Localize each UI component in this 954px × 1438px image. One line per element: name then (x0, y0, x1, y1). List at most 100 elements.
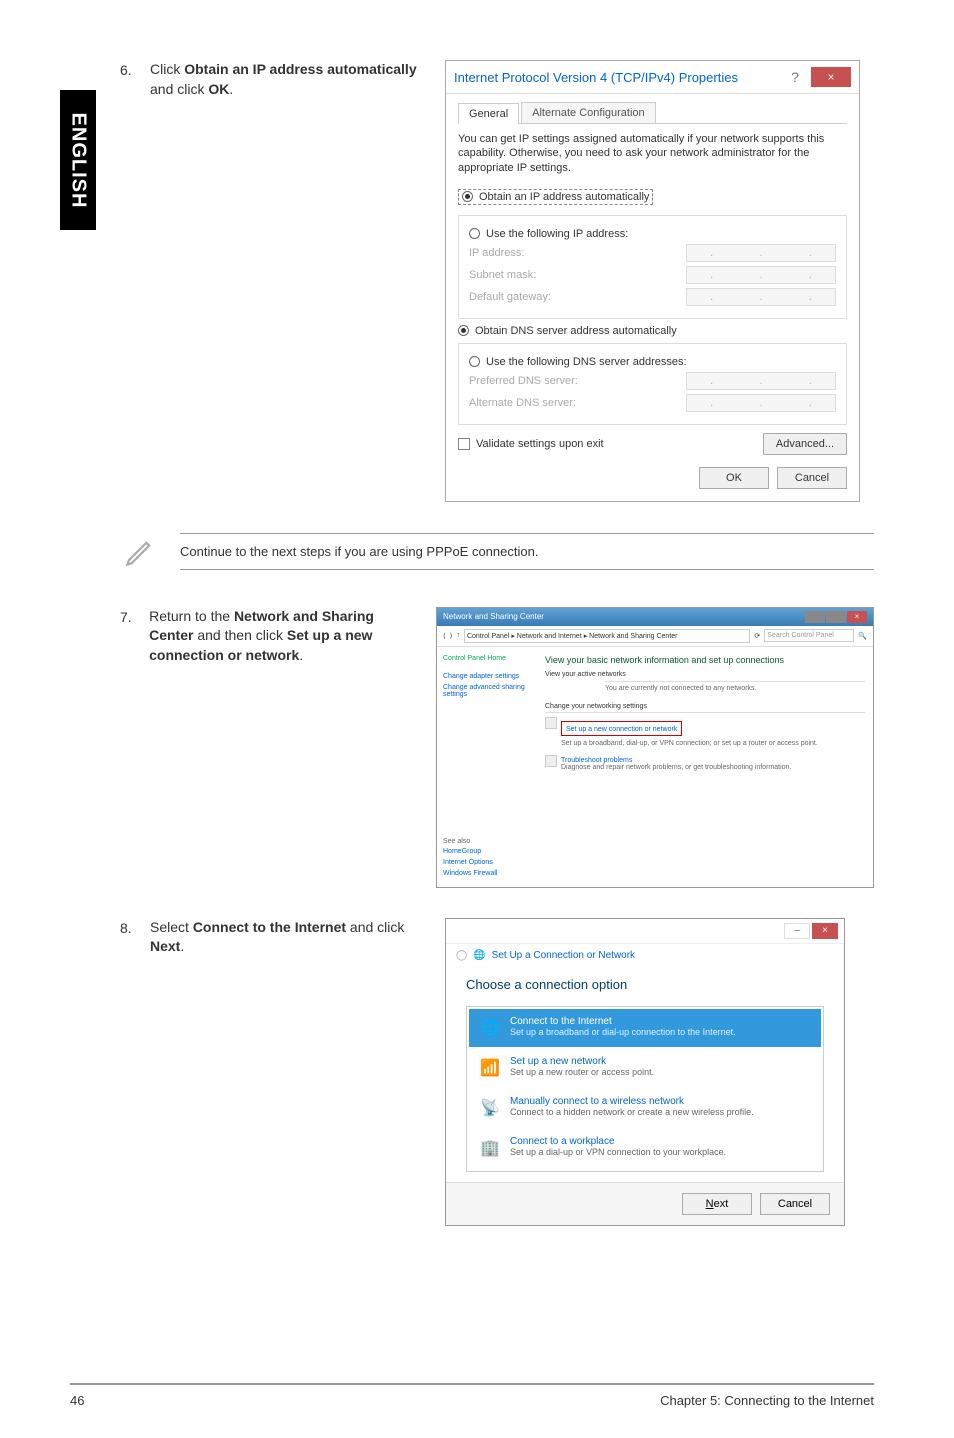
step-8-prefix: Select (150, 919, 193, 935)
step-8-bold1: Connect to the Internet (193, 919, 346, 935)
step-8: 8. Select Connect to the Internet and cl… (120, 918, 874, 1226)
breadcrumb[interactable]: Control Panel ▸ Network and Internet ▸ N… (464, 629, 750, 643)
troubleshoot-link[interactable]: Troubleshoot problems (561, 757, 632, 764)
validate-label: Validate settings upon exit (476, 438, 604, 450)
note-row: Continue to the next steps if you are us… (120, 532, 874, 572)
sidebar: Control Panel Home Change adapter settin… (437, 647, 537, 887)
main-heading: View your basic network information and … (545, 655, 865, 665)
minimize-button[interactable] (805, 611, 825, 623)
radio-auto-dns-label: Obtain DNS server address automatically (475, 325, 677, 337)
page-number: 46 (70, 1393, 84, 1408)
step-6: 6. Click Obtain an IP address automatica… (120, 60, 874, 502)
wireless-icon: 📡 (478, 1096, 502, 1120)
radio-icon (469, 356, 480, 367)
network-sharing-center-window: Network and Sharing Center × ⟨ ⟩ ↑ Contr… (436, 607, 874, 888)
radio-use-ip[interactable]: Use the following IP address: (469, 228, 836, 240)
help-button[interactable]: ? (781, 67, 809, 87)
option-connect-internet[interactable]: 🌐 Connect to the Internet Set up a broad… (469, 1009, 821, 1047)
up-icon[interactable]: ↑ (456, 632, 460, 639)
refresh-icon[interactable]: ⟳ (754, 632, 760, 640)
close-button[interactable]: × (811, 67, 851, 87)
ok-button[interactable]: OK (699, 467, 769, 489)
setup-connection-link[interactable]: Set up a new connection or network (566, 726, 677, 733)
close-button[interactable]: × (847, 611, 867, 623)
checkbox-icon (458, 438, 470, 450)
ip-address-input: ... (686, 244, 836, 262)
step-7-mid: and then click (193, 627, 286, 643)
gateway-input: ... (686, 288, 836, 306)
opt3-title: Manually connect to a wireless network (510, 1096, 812, 1107)
maximize-button[interactable] (826, 611, 846, 623)
radio-icon (462, 191, 473, 202)
active-none: You are currently not connected to any n… (605, 685, 865, 692)
opt1-title: Connect to the Internet (510, 1016, 812, 1027)
cancel-button[interactable]: Cancel (760, 1193, 830, 1215)
sidebar-adapter[interactable]: Change adapter settings (443, 673, 531, 680)
radio-use-dns[interactable]: Use the following DNS server addresses: (469, 356, 836, 368)
setup-icon (545, 717, 557, 729)
validate-checkbox-row[interactable]: Validate settings upon exit (458, 438, 604, 450)
forward-icon[interactable]: ⟩ (450, 632, 453, 640)
option-workplace[interactable]: 🏢 Connect to a workplace Set up a dial-u… (469, 1129, 821, 1167)
step-6-number: 6. (120, 60, 150, 78)
step-7-text: Return to the Network and Sharing Center… (149, 607, 436, 666)
step-8-text: Select Connect to the Internet and click… (150, 918, 445, 957)
change-settings-label: Change your networking settings (545, 703, 865, 710)
alternate-dns-label: Alternate DNS server: (469, 397, 576, 409)
search-icon[interactable]: 🔍 (858, 632, 867, 640)
step-8-number: 8. (120, 918, 150, 936)
back-icon[interactable]: ⟨ (443, 632, 446, 640)
advanced-button[interactable]: Advanced... (763, 433, 847, 455)
active-networks-label: View your active networks (545, 671, 865, 678)
language-label: ENGLISH (67, 112, 90, 208)
radio-use-dns-label: Use the following DNS server addresses: (486, 356, 687, 368)
close-button[interactable]: × (812, 923, 838, 939)
subnet-input: ... (686, 266, 836, 284)
opt4-desc: Set up a dial-up or VPN connection to yo… (510, 1147, 812, 1157)
workplace-icon: 🏢 (478, 1136, 502, 1160)
minimize-button[interactable]: – (784, 923, 810, 939)
wizard-header: Set Up a Connection or Network (492, 950, 635, 961)
dialog-description: You can get IP settings assigned automat… (458, 132, 847, 175)
sidebar-internet-options[interactable]: Internet Options (443, 859, 497, 866)
window-title: Network and Sharing Center (443, 612, 544, 621)
step-6-bold2: OK (208, 81, 229, 97)
tab-general[interactable]: General (458, 103, 519, 124)
opt1-desc: Set up a broadband or dial-up connection… (510, 1027, 812, 1037)
dialog-title: Internet Protocol Version 4 (TCP/IPv4) P… (454, 70, 738, 85)
sidebar-sharing[interactable]: Change advanced sharing settings (443, 684, 531, 698)
step-6-bold1: Obtain an IP address automatically (184, 61, 416, 77)
option-wireless[interactable]: 📡 Manually connect to a wireless network… (469, 1089, 821, 1127)
step-8-bold2: Next (150, 938, 180, 954)
troubleshoot-desc: Diagnose and repair network problems, or… (561, 764, 791, 771)
language-tab: ENGLISH (60, 90, 96, 230)
radio-obtain-dns-auto[interactable]: Obtain DNS server address automatically (458, 325, 847, 337)
opt3-desc: Connect to a hidden network or create a … (510, 1107, 812, 1117)
radio-icon (458, 325, 469, 336)
opt4-title: Connect to a workplace (510, 1136, 812, 1147)
sidebar-homegroup[interactable]: HomeGroup (443, 848, 497, 855)
setup-desc: Set up a broadband, dial-up, or VPN conn… (561, 740, 818, 747)
step-6-text: Click Obtain an IP address automatically… (150, 60, 445, 99)
gateway-label: Default gateway: (469, 291, 551, 303)
internet-icon: 🌐 (478, 1016, 502, 1040)
alternate-dns-input: ... (686, 394, 836, 412)
back-icon[interactable]: ◯ (456, 950, 467, 961)
option-new-network[interactable]: 📶 Set up a new network Set up a new rout… (469, 1049, 821, 1087)
next-button[interactable]: Next (682, 1193, 752, 1215)
search-input[interactable]: Search Control Panel (764, 629, 854, 642)
tab-alternate[interactable]: Alternate Configuration (521, 102, 656, 123)
radio-auto-ip-label: Obtain an IP address automatically (479, 191, 649, 203)
sidebar-home[interactable]: Control Panel Home (443, 655, 531, 662)
radio-obtain-ip-auto[interactable]: Obtain an IP address automatically (458, 189, 653, 205)
cancel-button[interactable]: Cancel (777, 467, 847, 489)
step-6-suffix: . (229, 81, 233, 97)
ipv4-properties-dialog: Internet Protocol Version 4 (TCP/IPv4) P… (445, 60, 860, 502)
step-6-prefix: Click (150, 61, 184, 77)
step-7-number: 7. (120, 607, 149, 625)
preferred-dns-label: Preferred DNS server: (469, 375, 578, 387)
sidebar-firewall[interactable]: Windows Firewall (443, 870, 497, 877)
step-6-mid: and click (150, 81, 208, 97)
sidebar-seealso: See also (443, 838, 497, 845)
opt2-desc: Set up a new router or access point. (510, 1067, 812, 1077)
